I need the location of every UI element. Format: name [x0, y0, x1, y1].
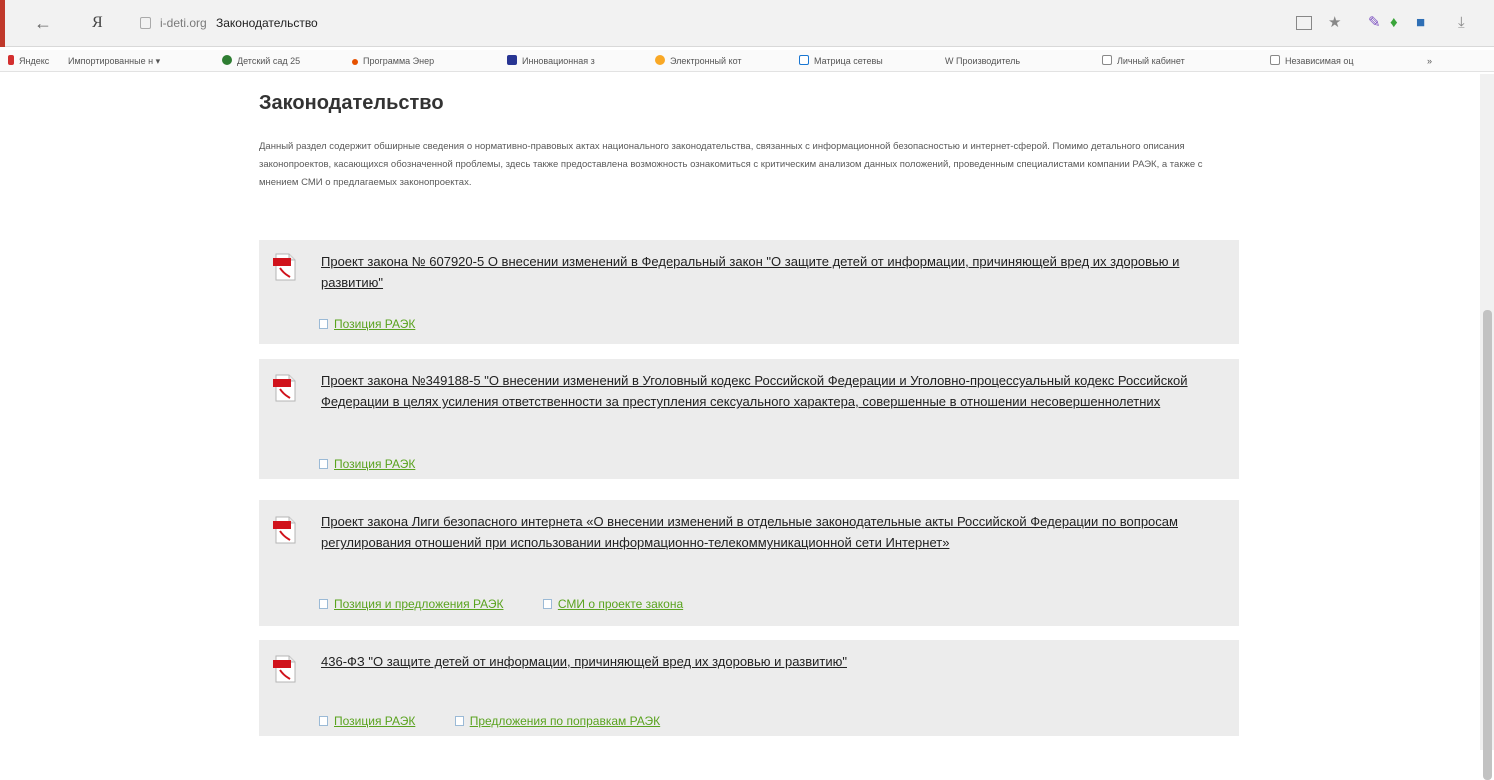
- media-about-bill-link[interactable]: СМИ о проекте закона: [542, 597, 683, 611]
- law-card: Проект закона № 607920-5 О внесении изме…: [259, 240, 1239, 344]
- more-bookmarks-button[interactable]: »: [1427, 54, 1432, 68]
- law-title-link[interactable]: Проект закона Лиги безопасного интернета…: [321, 511, 1221, 553]
- leaf-extension-icon[interactable]: ♦: [1390, 14, 1398, 32]
- document-icon: [319, 459, 328, 469]
- bookmark-item[interactable]: Матрица сетевы: [799, 54, 883, 68]
- intro-text: Данный раздел содержит обширные сведения…: [259, 141, 1203, 188]
- pdf-icon: [273, 374, 296, 402]
- law-title-link[interactable]: Проект закона №349188-5 "О внесении изме…: [321, 370, 1221, 412]
- browser-toolbar: ← Я i-deti.org Законодательство ★ ✎ ♦ ■ …: [0, 0, 1494, 47]
- raek-position-link[interactable]: Позиция РАЭК: [319, 457, 415, 471]
- site-info-icon[interactable]: [140, 17, 151, 29]
- raek-position-link[interactable]: Позиция РАЭК: [319, 317, 415, 331]
- law-card: Проект закона №349188-5 "О внесении изме…: [259, 359, 1239, 479]
- extension-icons: ★ ✎ ♦ ■ ⤓: [1284, 14, 1484, 34]
- yandex-logo[interactable]: Я: [92, 15, 103, 31]
- document-icon: [319, 716, 328, 726]
- card-links: Позиция РАЭК: [319, 317, 451, 331]
- document-icon: [319, 319, 328, 329]
- raek-position-link[interactable]: Позиция РАЭК: [319, 714, 415, 728]
- bookmark-item[interactable]: Импортированные н ▾: [68, 54, 160, 68]
- scrollbar-thumb[interactable]: [1483, 310, 1492, 780]
- law-card: Проект закона Лиги безопасного интернета…: [259, 500, 1239, 626]
- raek-position-proposals-link[interactable]: Позиция и предложения РАЭК: [319, 597, 504, 611]
- law-card: 436-ФЗ "О защите детей от информации, пр…: [259, 640, 1239, 736]
- bookmark-item[interactable]: Электронный кот: [655, 54, 742, 68]
- law-title-link[interactable]: Проект закона № 607920-5 О внесении изме…: [321, 251, 1221, 293]
- url-page-title[interactable]: Законодательство: [216, 16, 318, 30]
- document-icon: [542, 599, 552, 609]
- scrollbar[interactable]: [1480, 74, 1494, 780]
- main-content: Законодательство Данный раздел содержит …: [259, 74, 1241, 750]
- bookmark-item[interactable]: Независимая оц: [1270, 54, 1354, 68]
- card-links: Позиция РАЭК: [319, 457, 451, 471]
- pdf-icon: [273, 655, 296, 683]
- bookmarks-bar: Яндекс Импортированные н ▾ Детский сад 2…: [0, 50, 1494, 72]
- bookmark-item[interactable]: Инновационная з: [507, 54, 595, 68]
- back-arrow-icon[interactable]: ←: [34, 14, 52, 32]
- page-title: Законодательство: [259, 92, 444, 114]
- card-links: Позиция и предложения РАЭК СМИ о проекте…: [319, 597, 719, 611]
- bag-extension-icon[interactable]: ■: [1416, 14, 1425, 32]
- bookmark-item[interactable]: Программа Энер: [352, 54, 434, 68]
- pdf-icon: [273, 516, 296, 544]
- url-domain[interactable]: i-deti.org: [160, 16, 207, 30]
- card-links: Позиция РАЭК Предложения по поправкам РА…: [319, 714, 696, 728]
- download-icon[interactable]: ⤓: [1458, 14, 1465, 32]
- raek-amendments-link[interactable]: Предложения по поправкам РАЭК: [454, 714, 660, 728]
- document-icon: [319, 599, 328, 609]
- bookmark-item[interactable]: Детский сад 25: [222, 54, 300, 68]
- law-title-link[interactable]: 436-ФЗ "О защите детей от информации, пр…: [321, 651, 1221, 672]
- bookmark-item[interactable]: Личный кабинет: [1102, 54, 1185, 68]
- pdf-icon: [273, 253, 296, 281]
- document-icon: [454, 716, 464, 726]
- bookmark-item[interactable]: Яндекс: [8, 54, 49, 68]
- address-bar[interactable]: ← Я i-deti.org Законодательство ★ ✎ ♦ ■ …: [0, 10, 1494, 38]
- bookmark-star-icon[interactable]: ★: [1328, 14, 1341, 32]
- bookmark-item[interactable]: W Производитель: [945, 54, 1020, 68]
- reader-mode-icon[interactable]: [1296, 16, 1312, 30]
- pen-icon[interactable]: ✎: [1368, 14, 1381, 32]
